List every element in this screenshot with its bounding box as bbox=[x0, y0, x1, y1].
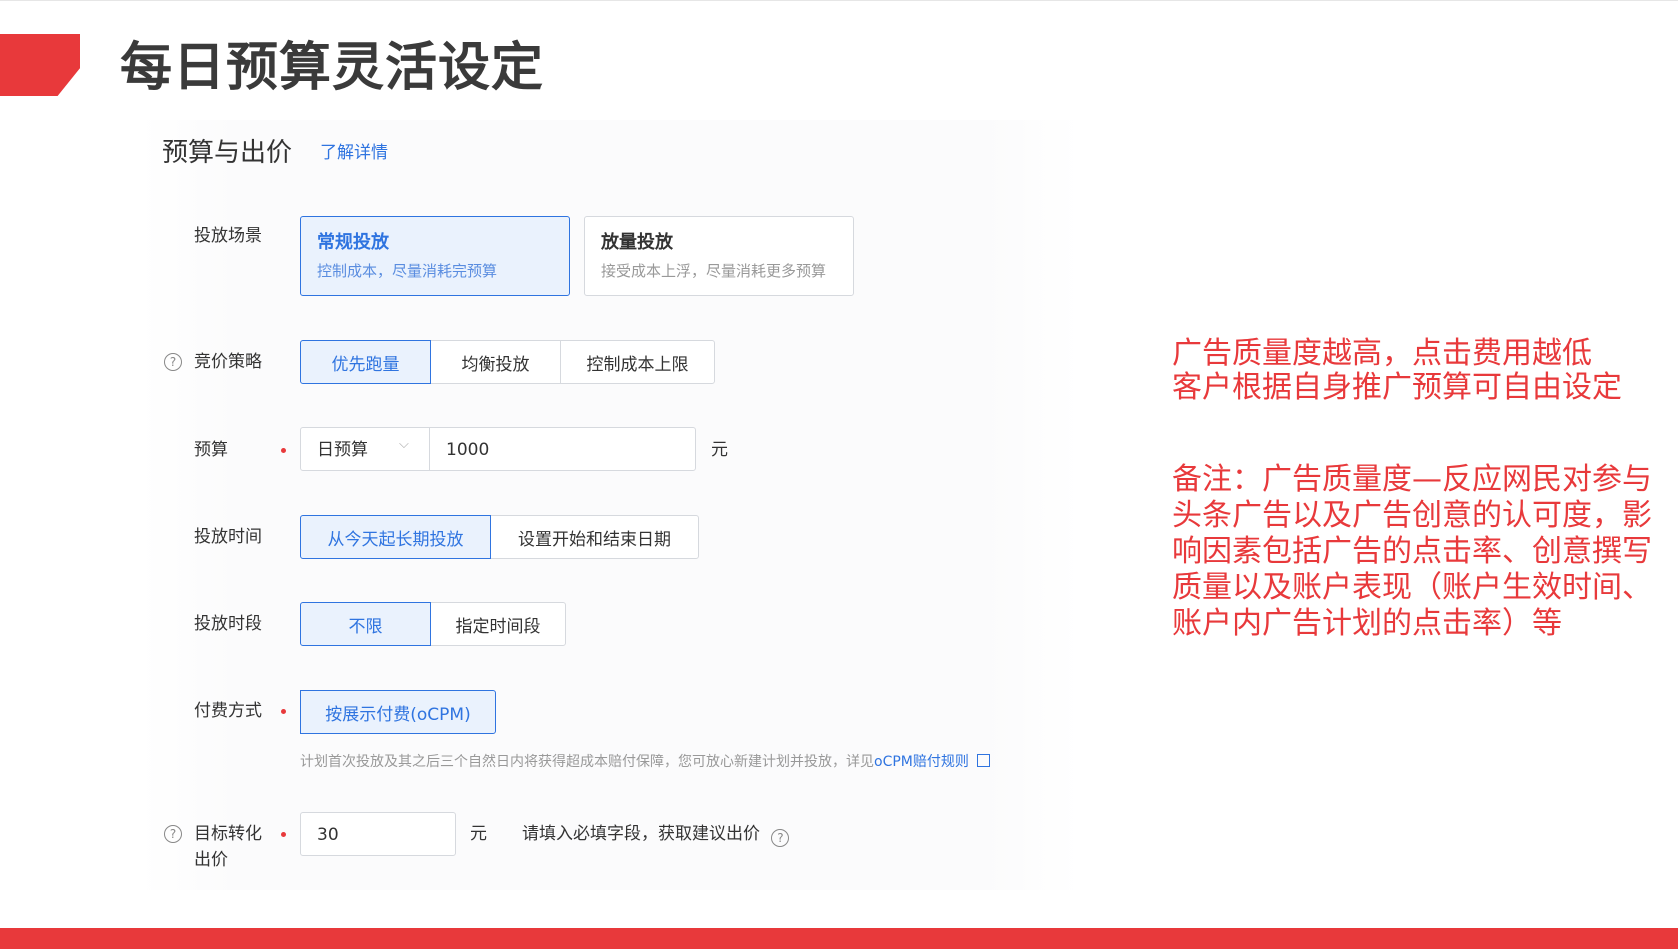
help-icon[interactable]: ? bbox=[771, 829, 790, 847]
scene-label: 投放场景 bbox=[194, 226, 262, 246]
remark-line: 响因素包括广告的点击率、创意撰写 bbox=[1172, 534, 1652, 569]
target-bid-unit: 元 bbox=[470, 824, 487, 844]
bid-option-cost-cap[interactable]: 控制成本上限 bbox=[560, 340, 715, 384]
budget-type-select[interactable]: 日预算 bbox=[317, 438, 368, 462]
target-bid-hint-text: 请填入必填字段，获取建议出价 bbox=[522, 824, 760, 844]
required-dot bbox=[281, 832, 286, 837]
bid-option-balanced[interactable]: 均衡投放 bbox=[430, 340, 561, 384]
payment-notice-text: 计划首次投放及其之后三个自然日内将获得超成本赔付保障，您可放心新建计划并投放，详… bbox=[300, 754, 874, 770]
budget-label: 预算 bbox=[194, 440, 228, 460]
scene-option-title: 常规投放 bbox=[317, 232, 389, 253]
schedule-option-date-range[interactable]: 设置开始和结束日期 bbox=[490, 515, 699, 559]
select-divider bbox=[429, 428, 430, 470]
ocpm-rules-link[interactable]: oCPM赔付规则 bbox=[874, 754, 969, 770]
target-bid-label-2: 出价 bbox=[194, 850, 228, 870]
learn-more-link[interactable]: 了解详情 bbox=[320, 142, 388, 164]
schedule-segmented: 从今天起长期投放 设置开始和结束日期 bbox=[300, 515, 699, 559]
bottom-accent-bar bbox=[0, 928, 1678, 949]
external-link-icon[interactable] bbox=[976, 754, 990, 767]
budget-input-group: 日预算 ⌵ 1000 bbox=[300, 427, 696, 471]
schedule-label: 投放时间 bbox=[194, 527, 262, 547]
payment-segmented: 按展示付费(oCPM) bbox=[300, 690, 496, 734]
time-slot-label: 投放时段 bbox=[194, 614, 262, 634]
payment-notice: 计划首次投放及其之后三个自然日内将获得超成本赔付保障，您可放心新建计划并投放，详… bbox=[300, 752, 990, 772]
help-icon[interactable]: ? bbox=[164, 825, 182, 843]
budget-unit: 元 bbox=[711, 440, 728, 460]
chevron-down-icon[interactable]: ⌵ bbox=[399, 437, 409, 452]
remark-line: 质量以及账户表现（账户生效时间、 bbox=[1172, 570, 1652, 605]
title-accent-tab bbox=[0, 34, 80, 96]
remark-line: 备注：广告质量度—反应网民对参与 bbox=[1172, 462, 1652, 497]
bid-strategy-segmented: 优先跑量 均衡投放 控制成本上限 bbox=[300, 340, 715, 384]
required-dot bbox=[281, 448, 286, 453]
time-slot-option-unlimited[interactable]: 不限 bbox=[300, 602, 431, 646]
target-bid-label: 目标转化 bbox=[194, 824, 262, 844]
scene-option-volume[interactable]: 放量投放 接受成本上浮，尽量消耗更多预算 bbox=[584, 216, 854, 296]
time-slot-segmented: 不限 指定时间段 bbox=[300, 602, 566, 646]
note-line-1: 广告质量度越高，点击费用越低 bbox=[1172, 336, 1592, 371]
target-bid-value: 30 bbox=[317, 825, 339, 845]
remark-line: 头条广告以及广告创意的认可度，影 bbox=[1172, 498, 1652, 533]
slide-title: 每日预算灵活设定 bbox=[120, 38, 545, 98]
time-slot-option-custom[interactable]: 指定时间段 bbox=[430, 602, 566, 646]
budget-amount-input[interactable]: 1000 bbox=[446, 438, 489, 462]
note-line-2: 客户根据自身推广预算可自由设定 bbox=[1172, 370, 1622, 405]
payment-option-ocpm[interactable]: 按展示付费(oCPM) bbox=[300, 690, 496, 734]
remark-line: 账户内广告计划的点击率）等 bbox=[1172, 606, 1562, 641]
help-icon[interactable]: ? bbox=[164, 353, 182, 371]
required-dot bbox=[281, 709, 286, 714]
scene-option-desc: 接受成本上浮，尽量消耗更多预算 bbox=[601, 262, 827, 280]
target-bid-input[interactable]: 30 bbox=[300, 812, 456, 856]
bid-option-priority-volume[interactable]: 优先跑量 bbox=[300, 340, 431, 384]
schedule-option-long-term[interactable]: 从今天起长期投放 bbox=[300, 515, 491, 559]
section-title: 预算与出价 bbox=[162, 138, 293, 168]
payment-label: 付费方式 bbox=[194, 701, 262, 721]
top-divider bbox=[0, 0, 1678, 1]
scene-option-normal[interactable]: 常规投放 控制成本，尽量消耗完预算 bbox=[300, 216, 570, 296]
bid-strategy-label: 竞价策略 bbox=[194, 352, 262, 372]
target-bid-hint: 请填入必填字段，获取建议出价 ? bbox=[522, 822, 790, 847]
scene-option-title: 放量投放 bbox=[601, 232, 673, 253]
scene-option-desc: 控制成本，尽量消耗完预算 bbox=[317, 262, 498, 280]
